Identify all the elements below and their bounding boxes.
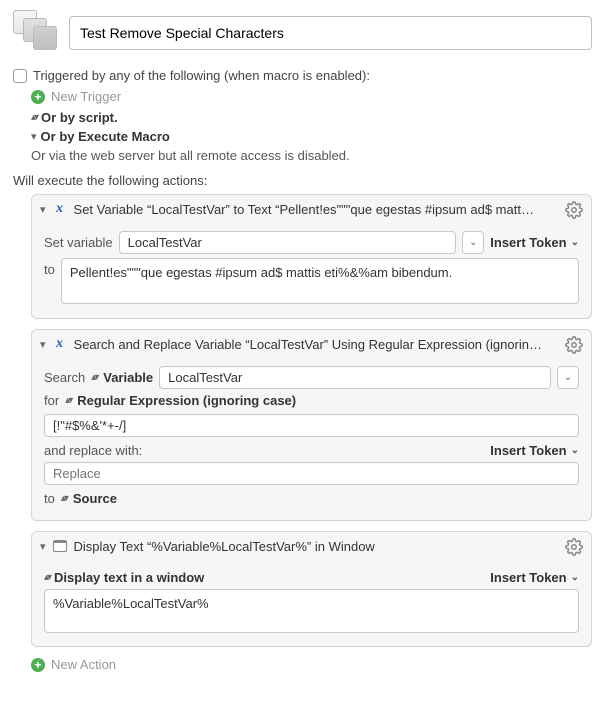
action-header[interactable]: ▾ x Search and Replace Variable “LocalTe… [32,330,591,358]
text-value-input[interactable] [61,258,579,304]
new-trigger-row[interactable]: + New Trigger [31,89,592,104]
chevron-down-icon: ▾ [40,203,46,216]
variable-name-input[interactable] [159,366,551,389]
updown-icon[interactable]: ▴▾ [91,372,97,383]
plus-icon: + [31,658,45,672]
or-by-script-label: Or by script. [41,110,118,125]
trigger-checkbox[interactable] [13,69,27,83]
chevron-down-icon: ▾ [40,540,46,553]
updown-icon: ▴▾ [31,112,37,123]
updown-icon[interactable]: ▴▾ [61,493,67,504]
web-server-note: Or via the web server but all remote acc… [31,148,592,163]
window-icon [52,538,68,554]
chevron-down-icon: ▾ [31,130,37,143]
action-search-replace: ▾ x Search and Replace Variable “LocalTe… [31,329,592,521]
macro-icon [13,10,61,58]
insert-token-menu[interactable]: Insert Token ⌄ [490,443,579,458]
variable-icon: x [52,201,68,217]
for-label: for [44,393,59,408]
action-title: Set Variable “LocalTestVar” to Text “Pel… [74,202,557,217]
variable-dropdown[interactable]: ⌄ [557,366,579,389]
display-mode-menu[interactable]: Display text in a window [54,570,204,585]
plus-icon: + [31,90,45,104]
updown-icon[interactable]: ▴▾ [44,572,50,583]
gear-icon[interactable] [565,538,583,556]
action-title: Display Text “%Variable%LocalTestVar%” i… [74,539,557,554]
insert-token-menu[interactable]: Insert Token ⌄ [490,570,579,585]
variable-icon: x [52,336,68,352]
display-text-input[interactable] [44,589,579,633]
to-label: to [44,258,55,277]
or-by-execute-label: Or by Execute Macro [41,129,170,144]
or-by-script-row[interactable]: ▴▾ Or by script. [31,110,592,125]
or-by-execute-macro-row[interactable]: ▾ Or by Execute Macro [31,129,592,144]
chevron-down-icon: ⌄ [571,572,579,583]
regex-pattern-input[interactable] [44,414,579,437]
replace-input[interactable] [44,462,579,485]
action-header[interactable]: ▾ Display Text “%Variable%LocalTestVar%”… [32,532,591,560]
execute-label: Will execute the following actions: [13,173,592,188]
variable-menu[interactable]: Variable [103,370,153,385]
chevron-down-icon: ▾ [40,338,46,351]
header [13,10,592,58]
chevron-down-icon: ⌄ [571,237,579,248]
trigger-section-header: Triggered by any of the following (when … [13,68,592,83]
new-trigger-label: New Trigger [51,89,121,104]
search-label: Search [44,370,85,385]
to-label: to [44,491,55,506]
and-replace-label: and replace with: [44,443,142,458]
macro-title-input[interactable] [69,16,592,50]
updown-icon[interactable]: ▴▾ [65,395,71,406]
new-action-row[interactable]: + New Action [31,657,592,672]
gear-icon[interactable] [565,336,583,354]
to-mode-menu[interactable]: Source [73,491,117,506]
variable-name-input[interactable] [119,231,457,254]
action-set-variable: ▾ x Set Variable “LocalTestVar” to Text … [31,194,592,319]
trigger-label: Triggered by any of the following (when … [33,68,370,83]
action-display-text: ▾ Display Text “%Variable%LocalTestVar%”… [31,531,592,647]
insert-token-menu[interactable]: Insert Token ⌄ [490,235,579,250]
gear-icon[interactable] [565,201,583,219]
action-title: Search and Replace Variable “LocalTestVa… [74,337,557,352]
chevron-down-icon: ⌄ [571,445,579,456]
action-header[interactable]: ▾ x Set Variable “LocalTestVar” to Text … [32,195,591,223]
variable-dropdown[interactable]: ⌄ [462,231,484,254]
for-mode-menu[interactable]: Regular Expression (ignoring case) [77,393,296,408]
new-action-label: New Action [51,657,116,672]
set-variable-label: Set variable [44,235,113,250]
